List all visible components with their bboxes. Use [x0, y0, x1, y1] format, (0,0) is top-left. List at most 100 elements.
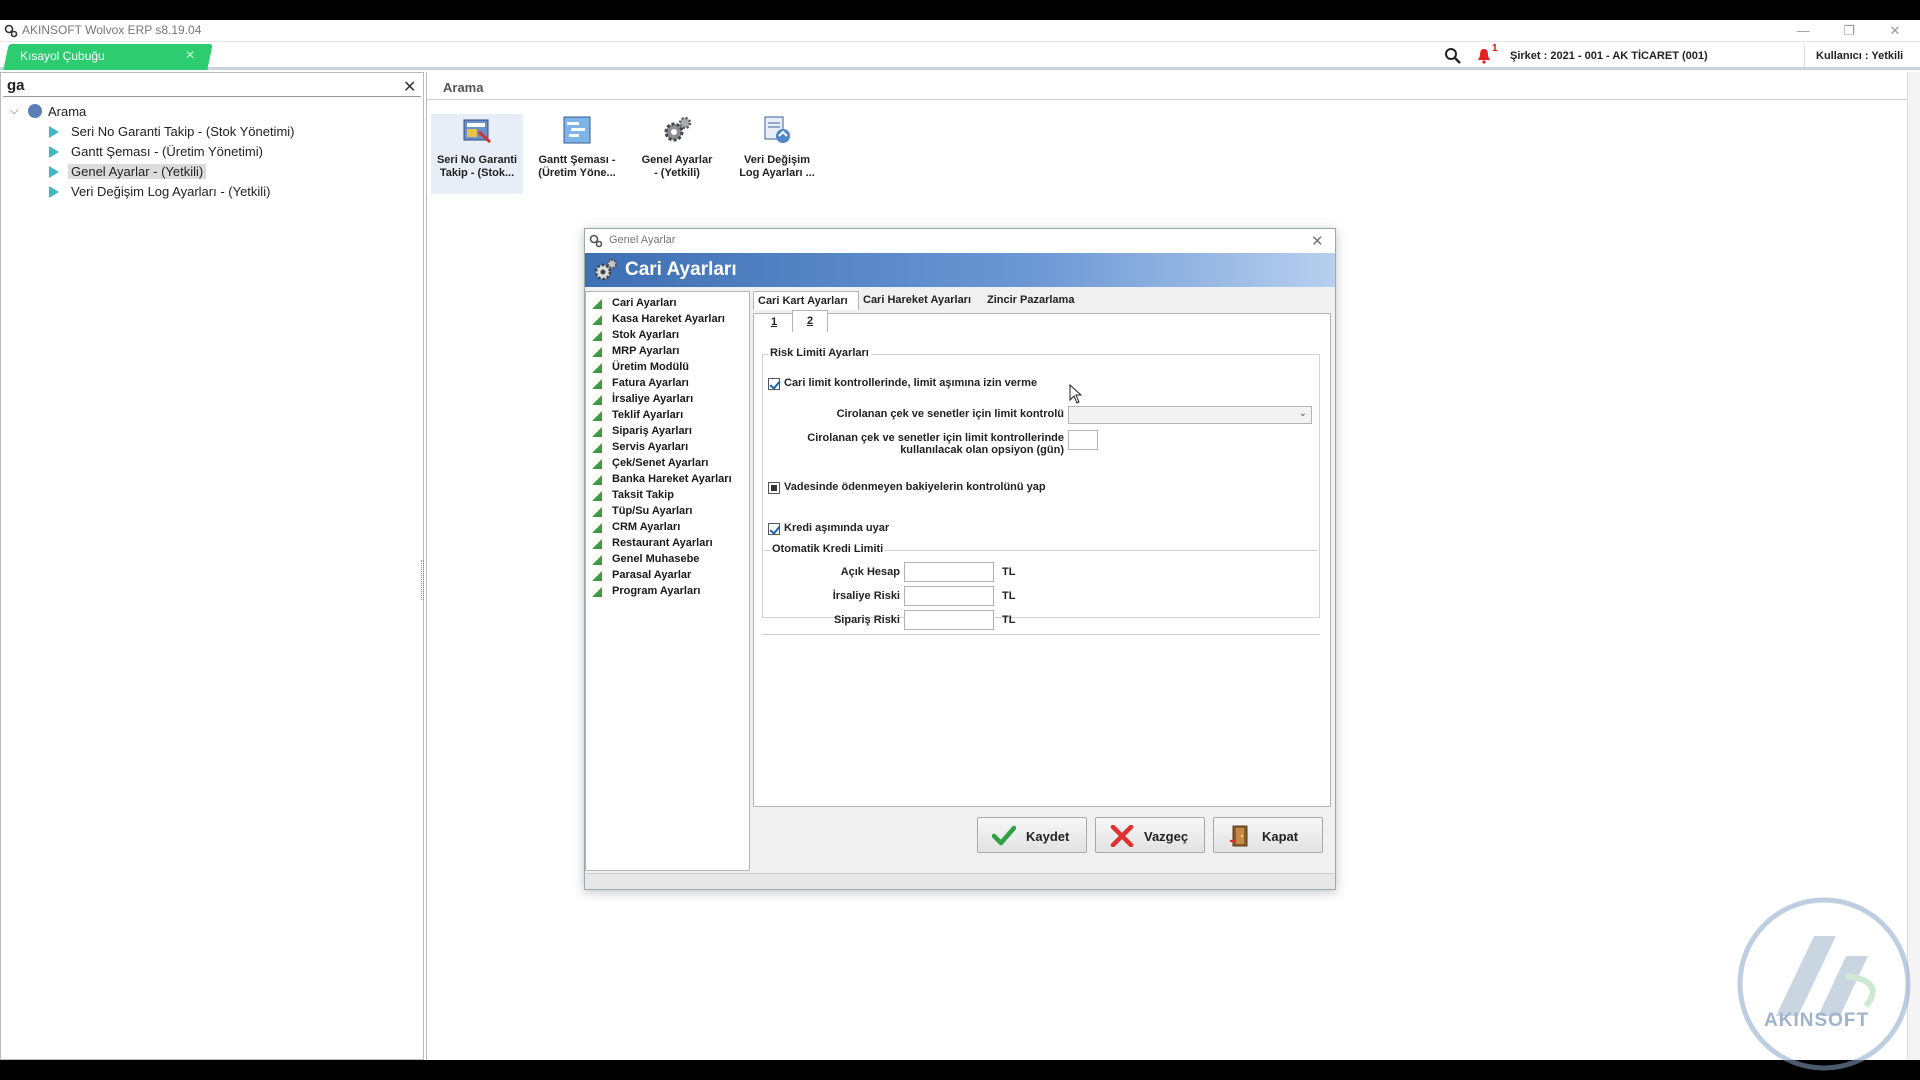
tree-item-selected[interactable]: Genel Ayarlar - (Yetkili)	[49, 163, 409, 182]
credit-warn-label: Kredi aşımında uyar	[784, 522, 890, 534]
credit-warn-checkbox[interactable]	[768, 523, 780, 535]
divider	[1804, 45, 1805, 67]
launcher-gantt[interactable]: Gantt Şeması - (Üretim Yöne...	[531, 114, 623, 194]
ciro-option-input[interactable]	[1068, 430, 1098, 450]
settings-category-label: Banka Hareket Ayarları	[612, 473, 732, 485]
settings-category-item[interactable]: Taksit Takip	[592, 488, 750, 504]
settings-category-label: Servis Ayarları	[612, 441, 689, 453]
top-bar: Kısayol Çubuğu ✕ 1 Şirket : 2021 - 001 -…	[0, 42, 1920, 70]
green-arrow-icon	[592, 475, 602, 485]
settings-category-item[interactable]: Üretim Modülü	[592, 360, 750, 376]
settings-category-item[interactable]: Fatura Ayarları	[592, 376, 750, 392]
dialog-close-icon[interactable]: ✕	[1311, 232, 1324, 250]
close-button[interactable]: Kapat	[1213, 817, 1323, 853]
settings-category-item[interactable]: Stok Ayarları	[592, 328, 750, 344]
user-info[interactable]: Kullanıcı : Yetkili	[1816, 50, 1903, 62]
order-risk-label: Sipariş Riski	[833, 614, 900, 626]
panel-splitter[interactable]	[421, 560, 424, 600]
settings-category-item[interactable]: İrsaliye Ayarları	[592, 392, 750, 408]
tab-cari-kart[interactable]: Cari Kart Ayarları	[753, 291, 859, 310]
settings-category-item[interactable]: Kasa Hareket Ayarları	[592, 312, 750, 328]
cross-icon	[1110, 825, 1134, 847]
gears-icon	[664, 116, 692, 142]
save-button[interactable]: Kaydet	[977, 817, 1087, 853]
settings-category-label: Kasa Hareket Ayarları	[612, 313, 725, 325]
green-arrow-icon	[592, 347, 602, 357]
notification-bell-icon[interactable]	[1477, 48, 1491, 64]
launcher-label: Seri No Garanti	[436, 154, 518, 166]
dialog-status-bar	[585, 873, 1335, 889]
tab-content: 1 2 Risk Limiti Ayarları Cari limit kont…	[753, 310, 1331, 807]
green-arrow-icon	[592, 571, 602, 581]
settings-category-item[interactable]: Servis Ayarları	[592, 440, 750, 456]
tree-item[interactable]: Gantt Şeması - (Üretim Yönetimi)	[49, 143, 409, 162]
tab-cari-hareket[interactable]: Cari Hareket Ayarları	[859, 291, 983, 310]
search-icon[interactable]	[1444, 47, 1462, 65]
risk-limit-group-title: Risk Limiti Ayarları	[768, 347, 871, 359]
minimize-button[interactable]: —	[1780, 20, 1826, 42]
restore-button[interactable]: ❐	[1826, 20, 1872, 42]
settings-category-item[interactable]: CRM Ayarları	[592, 520, 750, 536]
company-info[interactable]: Şirket : 2021 - 001 - AK TİCARET (001)	[1510, 50, 1708, 62]
tree-item[interactable]: Veri Değişim Log Ayarları - (Yetkili)	[49, 183, 409, 202]
window-title: AKINSOFT Wolvox ERP s8.19.04	[22, 23, 202, 37]
settings-category-item[interactable]: Banka Hareket Ayarları	[592, 472, 750, 488]
green-arrow-icon	[592, 555, 602, 565]
auto-credit-group-title: Otomatik Kredi Limiti	[770, 543, 886, 555]
save-button-label: Kaydet	[1026, 829, 1070, 844]
settings-category-item[interactable]: Genel Muhasebe	[592, 552, 750, 568]
settings-category-item[interactable]: Sipariş Ayarları	[592, 424, 750, 440]
launcher-data-log[interactable]: Veri Değişim Log Ayarları ...	[731, 114, 823, 194]
settings-category-item[interactable]: Parasal Ayarlar	[592, 568, 750, 584]
tree-item[interactable]: Seri No Garanti Takip - (Stok Yönetimi)	[49, 123, 409, 142]
waybill-risk-input[interactable]	[904, 586, 994, 606]
settings-category-label: Restaurant Ayarları	[612, 537, 713, 549]
settings-category-item[interactable]: Restaurant Ayarları	[592, 536, 750, 552]
window-close-button[interactable]: ✕	[1872, 20, 1918, 42]
launcher-label: Log Ayarları ...	[739, 167, 815, 179]
title-bar: AKINSOFT Wolvox ERP s8.19.04 — ❐ ✕	[0, 20, 1920, 42]
ciro-option-label: Cirolanan çek ve senetler için limit kon…	[807, 432, 1064, 444]
tab-zincir-pazarlama[interactable]: Zincir Pazarlama	[983, 291, 1093, 310]
dialog-title-bar[interactable]: Genel Ayarlar ✕	[585, 229, 1335, 253]
settings-category-item[interactable]: Teklif Ayarları	[592, 408, 750, 424]
ciro-control-select[interactable]: ⌄	[1068, 406, 1312, 424]
settings-category-item[interactable]: Cari Ayarları	[592, 296, 750, 312]
auto-credit-group	[764, 550, 1318, 616]
settings-category-label: Fatura Ayarları	[612, 377, 689, 389]
currency-unit: TL	[1002, 566, 1016, 578]
launcher-serial-warranty[interactable]: Seri No Garanti Takip - (Stok...	[431, 114, 523, 194]
shortcut-bar-close-icon[interactable]: ✕	[185, 48, 195, 62]
subtab-2[interactable]: 2	[792, 310, 828, 332]
settings-category-item[interactable]: MRP Ayarları	[592, 344, 750, 360]
settings-category-item[interactable]: Program Ayarları	[592, 584, 750, 600]
group-divider	[762, 634, 1320, 635]
shortcut-bar-tab-label: Kısayol Çubuğu	[20, 49, 105, 63]
checkmark-icon	[992, 825, 1016, 846]
ciro-control-label: Cirolanan çek ve senetler için limit kon…	[836, 408, 1064, 420]
tree-root-label[interactable]: Arama	[48, 104, 86, 119]
settings-category-item[interactable]: Tüp/Su Ayarları	[592, 504, 750, 520]
order-risk-input[interactable]	[904, 610, 994, 630]
launcher-general-settings[interactable]: Genel Ayarlar - (Yetkili)	[631, 114, 723, 194]
green-arrow-icon	[592, 539, 602, 549]
waybill-risk-label: İrsaliye Riski	[832, 590, 900, 602]
tree-expand-icon[interactable]: ⌵	[10, 105, 18, 118]
dialog-banner-title: Cari Ayarları	[625, 259, 737, 280]
launcher-label: (Üretim Yöne...	[538, 167, 616, 179]
cancel-button-label: Vazgeç	[1144, 829, 1189, 844]
settings-category-label: Çek/Senet Ayarları	[612, 457, 709, 469]
clear-search-icon[interactable]: ✕	[403, 77, 416, 97]
open-account-input[interactable]	[904, 562, 994, 582]
ciro-option-label: kullanılacak olan opsiyon (gün)	[900, 444, 1064, 456]
left-search-panel: ga ✕ ⌵ Arama Seri No Garanti Takip - (St…	[0, 72, 424, 1060]
green-arrow-icon	[592, 427, 602, 437]
app-logo-icon	[4, 24, 18, 38]
overdue-check-checkbox[interactable]	[768, 482, 780, 494]
settings-category-item[interactable]: Çek/Senet Ayarları	[592, 456, 750, 472]
cancel-button[interactable]: Vazgeç	[1095, 817, 1205, 853]
tab-label: Cari Hareket Ayarları	[863, 294, 972, 306]
limit-overrun-checkbox[interactable]	[768, 378, 780, 390]
menu-search-input[interactable]: ga ✕	[3, 75, 421, 97]
subtab-1[interactable]: 1	[756, 312, 792, 332]
